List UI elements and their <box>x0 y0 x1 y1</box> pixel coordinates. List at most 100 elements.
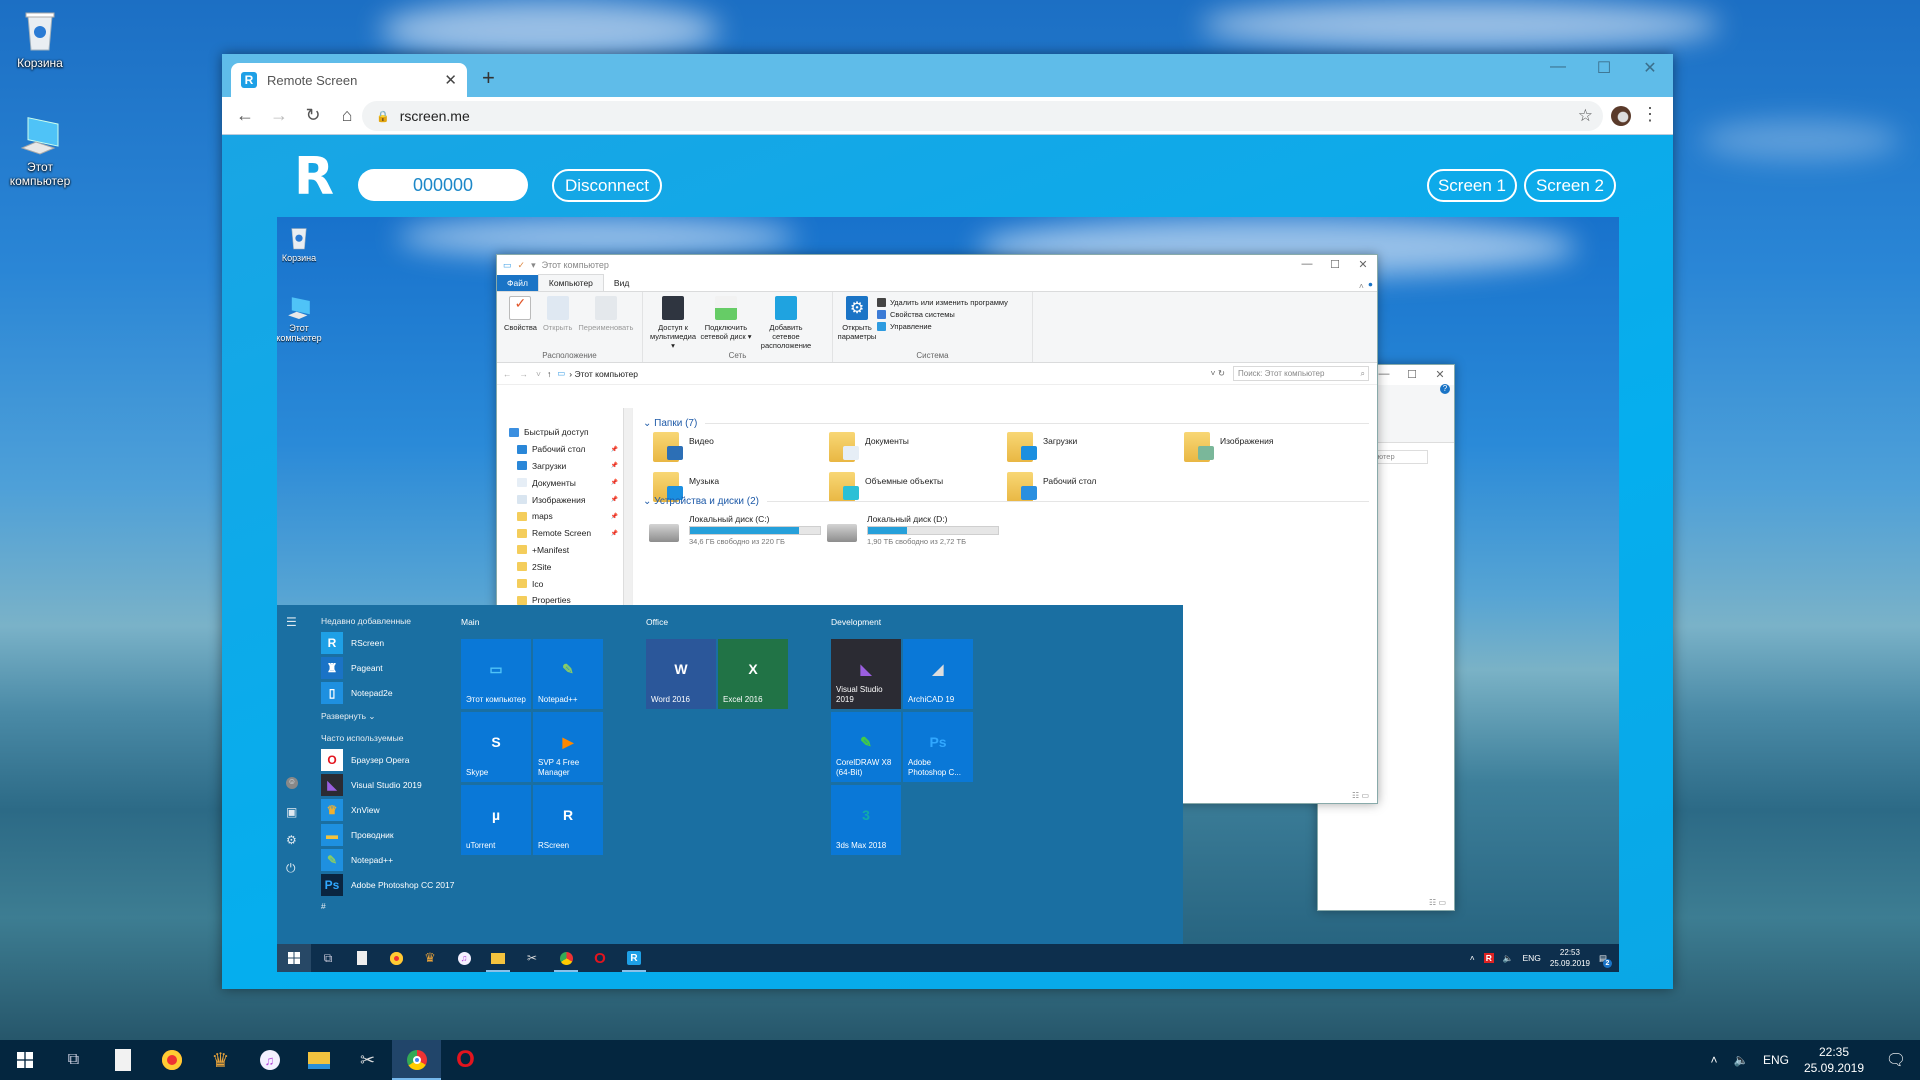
reload-icon[interactable]: ↻ <box>296 105 330 126</box>
minimize-button[interactable]: — <box>1293 258 1321 270</box>
view-toggle-icon[interactable]: ☷ ▭ <box>1429 898 1446 907</box>
drive-item[interactable]: Локальный диск (C:) 34,6 ГБ свободно из 2… <box>649 514 825 554</box>
rscreen-button[interactable]: R <box>617 944 651 972</box>
start-app-item[interactable]: O Браузер Opera <box>321 747 461 772</box>
settings-gear-icon[interactable]: ⚙ <box>286 833 297 847</box>
nav-item[interactable]: 2Site <box>497 558 632 575</box>
start-tile[interactable]: S Skype <box>461 712 531 782</box>
nav-item[interactable]: Изображения 📌 <box>497 491 632 508</box>
url-bar[interactable]: 🔒 rscreen.me ☆ <box>362 101 1603 131</box>
browser-menu-icon[interactable]: ⋮ <box>1641 104 1659 125</box>
help-icon[interactable]: ? <box>1440 384 1450 394</box>
remote-screen-view[interactable]: Корзина Этот компьютер — ☐ ✕ ? оиск: Это… <box>277 217 1619 972</box>
forward-icon[interactable]: → <box>262 105 296 126</box>
remote-desktop-icon-recycle-bin[interactable]: Корзина <box>277 223 329 263</box>
start-app-item[interactable]: Ps Adobe Photoshop CC 2017 <box>321 872 461 897</box>
tray-overflow-icon[interactable]: ˄ <box>1702 1053 1726 1067</box>
action-center-icon[interactable]: ▤ 2 <box>1599 953 1612 968</box>
volume-icon[interactable]: 🔈 <box>1726 1053 1756 1067</box>
search-input[interactable]: Поиск: Этот компьютер ⌕ <box>1233 366 1369 381</box>
yandex-music-button[interactable] <box>379 944 413 972</box>
desktop-icon-this-pc[interactable]: Этот компьютер <box>0 112 80 188</box>
task-view-button[interactable]: ⧉ <box>311 944 345 972</box>
volume-icon[interactable]: 🔈 <box>1503 953 1514 964</box>
bookmark-star-icon[interactable]: ☆ <box>1578 106 1593 126</box>
nav-item[interactable]: Рабочий стол 📌 <box>497 441 632 458</box>
snipping-tool-button[interactable]: ✂ <box>515 944 549 972</box>
folder-item[interactable]: Документы <box>829 432 1005 470</box>
xnview-button[interactable]: ♛ <box>413 944 447 972</box>
back-icon[interactable]: ← <box>503 369 512 379</box>
start-tile[interactable]: ✎ Notepad++ <box>533 639 603 709</box>
close-button[interactable]: ✕ <box>1426 368 1454 381</box>
drives-section-header[interactable]: ⌄ Устройства и диски (2) <box>639 492 1377 510</box>
nav-item[interactable]: maps 📌 <box>497 508 632 525</box>
help-icon[interactable]: ● <box>1368 279 1377 291</box>
start-app-item[interactable]: R RScreen <box>321 630 461 655</box>
start-app-item[interactable]: ▬ Проводник <box>321 822 461 847</box>
properties-icon[interactable]: ✓ <box>518 260 526 271</box>
language-indicator[interactable]: ENG <box>1756 1053 1796 1067</box>
hamburger-menu-icon[interactable]: ☰ <box>286 615 297 629</box>
path-text[interactable]: › Этот компьютер <box>569 369 638 379</box>
start-tile[interactable]: µ uTorrent <box>461 785 531 855</box>
qat-dropdown-icon[interactable]: ▾ <box>531 260 536 271</box>
start-app-item[interactable]: ▯ Notepad2e <box>321 680 461 705</box>
yandex-music-button[interactable] <box>147 1040 196 1080</box>
file-explorer-button[interactable] <box>294 1040 343 1080</box>
start-tile[interactable]: R RScreen <box>533 785 603 855</box>
nav-item[interactable]: Быстрый доступ <box>497 424 632 441</box>
calculator-button[interactable] <box>98 1040 147 1080</box>
tab-view[interactable]: Вид <box>604 275 639 291</box>
start-tile[interactable]: ▶ SVP 4 Free Manager <box>533 712 603 782</box>
power-icon[interactable]: ⏻ <box>286 861 296 876</box>
system-properties-button[interactable]: Свойства системы <box>877 308 1008 320</box>
collapse-ribbon-icon[interactable]: ˄ <box>1355 281 1368 291</box>
expand-button[interactable]: Развернуть ⌄ <box>321 707 461 725</box>
desktop-icon-recycle-bin[interactable]: Корзина <box>0 8 80 70</box>
start-app-item[interactable]: ♜ Pageant <box>321 655 461 680</box>
start-tile[interactable]: ✎ CorelDRAW X8 (64-Bit) <box>831 712 901 782</box>
start-tile[interactable]: ◢ ArchiCAD 19 <box>903 639 973 709</box>
start-tile[interactable]: ▭ Этот компьютер <box>461 639 531 709</box>
recent-dropdown-icon[interactable]: ˅ <box>536 369 541 379</box>
nav-item[interactable]: +Manifest <box>497 542 632 559</box>
home-icon[interactable]: ⌂ <box>330 105 364 126</box>
tray-overflow-icon[interactable]: ˄ <box>1470 953 1475 963</box>
browser-tab[interactable]: R Remote Screen ✕ <box>231 63 467 97</box>
folder-item[interactable]: Загрузки <box>1007 432 1183 470</box>
file-explorer-button[interactable] <box>481 944 515 972</box>
snipping-tool-button[interactable]: ✂ <box>343 1040 392 1080</box>
start-tile[interactable]: W Word 2016 <box>646 639 716 709</box>
clock[interactable]: 22:35 25.09.2019 <box>1796 1044 1872 1076</box>
start-app-item[interactable]: ♛ XnView <box>321 797 461 822</box>
task-view-button[interactable]: ⧉ <box>49 1040 98 1080</box>
nav-item[interactable]: Загрузки 📌 <box>497 458 632 475</box>
start-tile[interactable]: ◣ Visual Studio 2019 <box>831 639 901 709</box>
connection-code-field[interactable]: 000000 <box>358 169 528 201</box>
chrome-button[interactable] <box>549 944 583 972</box>
maximize-button[interactable]: ☐ <box>1581 58 1627 78</box>
new-tab-button[interactable]: + <box>482 65 495 91</box>
uninstall-program-button[interactable]: Удалить или изменить программу <box>877 296 1008 308</box>
folder-item[interactable]: Видео <box>653 432 829 470</box>
opera-button[interactable]: O <box>583 944 617 972</box>
close-tab-icon[interactable]: ✕ <box>444 71 457 89</box>
nav-item[interactable]: Документы 📌 <box>497 474 632 491</box>
back-icon[interactable]: ← <box>228 105 262 126</box>
tab-computer[interactable]: Компьютер <box>537 274 604 291</box>
start-tile[interactable]: Ps Adobe Photoshop C... <box>903 712 973 782</box>
start-button[interactable] <box>0 1040 49 1080</box>
start-app-item[interactable]: ◣ Visual Studio 2019 <box>321 772 461 797</box>
profile-avatar[interactable] <box>1611 106 1631 126</box>
maximize-button[interactable]: ☐ <box>1321 258 1349 271</box>
calculator-button[interactable] <box>345 944 379 972</box>
rscreen-tray-icon[interactable]: R <box>1483 953 1494 963</box>
folders-section-header[interactable]: ⌄ Папки (7) <box>639 414 1377 432</box>
xnview-button[interactable]: ♛ <box>196 1040 245 1080</box>
up-icon[interactable]: ↑ <box>547 369 551 379</box>
start-tile[interactable]: 3 3ds Max 2018 <box>831 785 901 855</box>
refresh-icon[interactable]: ˅ ↻ <box>1211 368 1225 379</box>
start-app-item[interactable]: ✎ Notepad++ <box>321 847 461 872</box>
screen-2-button[interactable]: Screen 2 <box>1524 169 1616 202</box>
